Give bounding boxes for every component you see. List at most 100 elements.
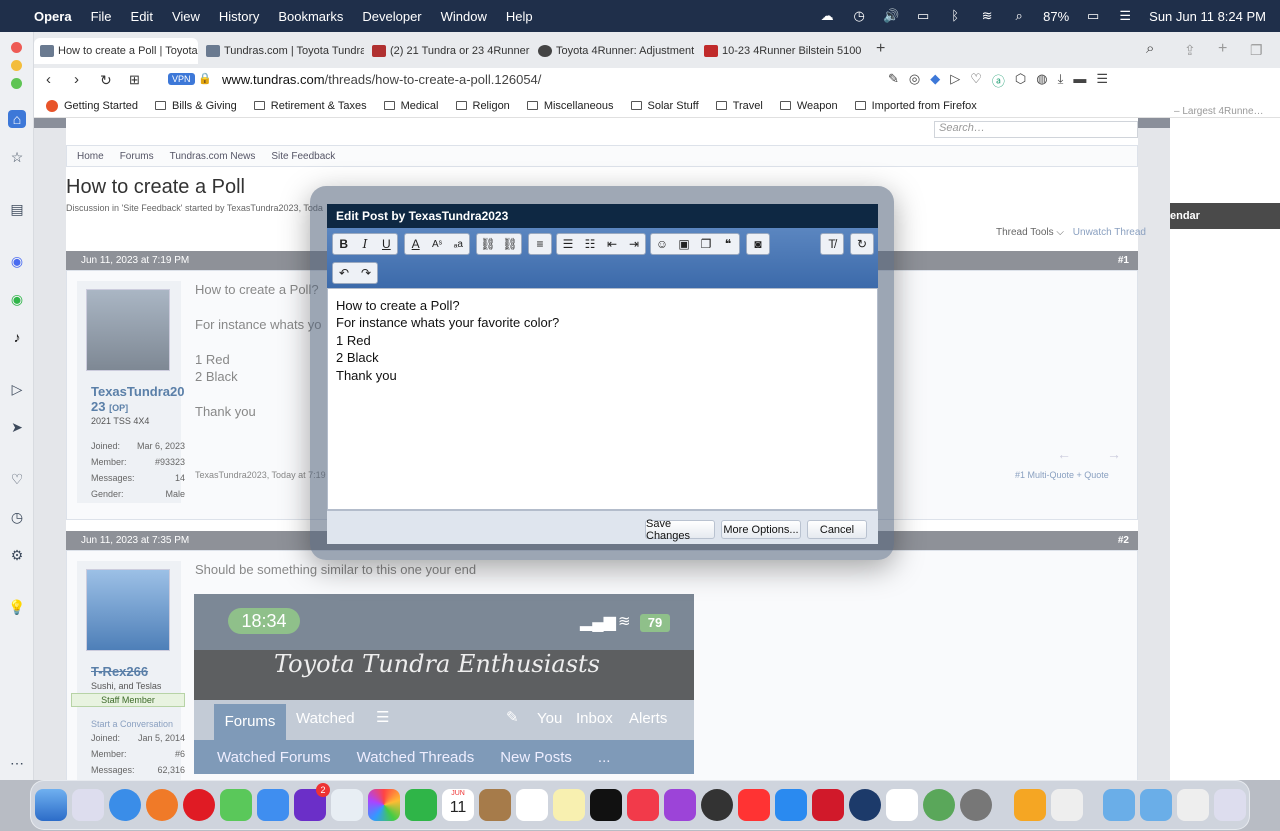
menu-file[interactable]: File [91, 9, 112, 24]
bookmark-folder[interactable]: Retirement & Taxes [253, 100, 367, 112]
italic-button[interactable]: I [354, 234, 375, 254]
safari-icon[interactable] [109, 789, 141, 821]
messenger-icon[interactable]: ◉ [8, 252, 26, 270]
username[interactable]: T-Rex266 [91, 664, 148, 679]
shield-icon[interactable]: ◆ [930, 71, 940, 90]
username[interactable]: TexasTundra20 23 [OP] [91, 384, 184, 416]
crumb-forums[interactable]: Forums [120, 151, 154, 162]
url-field[interactable]: www.tundras.com/threads/how-to-create-a-… [222, 72, 541, 87]
menu-history[interactable]: History [219, 9, 259, 24]
bookmark-getting-started[interactable]: Getting Started [46, 99, 138, 112]
preview-icon[interactable] [1051, 789, 1083, 821]
download-icon[interactable]: ⤓ [1058, 71, 1064, 90]
menu-window[interactable]: Window [441, 9, 487, 24]
calendar-icon[interactable]: JUN 11 [442, 789, 474, 821]
mail-icon[interactable] [257, 789, 289, 821]
underline-button[interactable]: U [376, 234, 397, 254]
news-icon[interactable] [738, 789, 770, 821]
player-icon[interactable]: ▷ [8, 380, 26, 398]
favorite-icon[interactable]: ♡ [970, 71, 982, 90]
share-icon[interactable]: ⇪ [1184, 42, 1196, 59]
screen-mirror-icon[interactable]: ▭ [915, 9, 931, 23]
lightbulb-icon[interactable]: 💡 [8, 598, 26, 616]
crumb-site-feedback[interactable]: Site Feedback [271, 151, 335, 162]
history-icon[interactable]: ◷ [8, 508, 26, 526]
crumb-news[interactable]: Tundras.com News [170, 151, 256, 162]
facetime-icon[interactable] [405, 789, 437, 821]
vpn-badge[interactable]: VPN [168, 73, 195, 85]
find-my-icon[interactable] [923, 789, 955, 821]
close-window-button[interactable] [11, 42, 22, 53]
font-family-button[interactable]: ₐa [448, 234, 469, 254]
toggle-source-icon[interactable]: ↻ [851, 234, 873, 254]
profile-icon[interactable]: ◍ [1036, 71, 1047, 90]
easy-setup-icon[interactable]: ☰ [1096, 71, 1108, 90]
podcasts-icon[interactable] [664, 789, 696, 821]
menu-view[interactable]: View [172, 9, 200, 24]
heart-icon[interactable]: ♡ [8, 470, 26, 488]
new-tab-button[interactable]: + [876, 40, 885, 58]
apple-tv-icon[interactable] [590, 789, 622, 821]
next-arrow-icon[interactable]: → [1107, 446, 1121, 462]
font-size-button[interactable]: Aˢ [426, 234, 447, 254]
more-icon[interactable]: ⋯ [8, 754, 26, 772]
numbered-list-icon[interactable]: ☷ [579, 234, 601, 254]
image-icon[interactable]: ▣ [673, 234, 695, 254]
bookmark-folder[interactable]: Miscellaneous [526, 100, 614, 112]
text-color-button[interactable]: A [405, 234, 426, 254]
bookmark-folder[interactable]: Weapon [779, 100, 838, 112]
yahoo-mail-icon[interactable]: 2 [294, 783, 330, 821]
tab-4[interactable]: 10-23 4Runner Bilstein 5100 C [698, 38, 862, 64]
thread-tools-link[interactable]: Thread Tools [996, 227, 1054, 238]
printer-icon[interactable] [1177, 789, 1209, 821]
forum-search-input[interactable]: Search… [934, 121, 1138, 138]
battery-saver-icon[interactable]: ▬ [1073, 71, 1086, 90]
post-number[interactable]: #2 [1118, 531, 1129, 550]
camera-icon[interactable]: ◎ [909, 71, 920, 90]
whatsapp-icon[interactable]: ◉ [8, 290, 26, 308]
extension-a-icon[interactable]: ⓐ [992, 71, 1005, 90]
minimize-window-button[interactable] [11, 60, 22, 71]
icloud-folder-icon[interactable] [1103, 789, 1135, 821]
menu-help[interactable]: Help [506, 9, 533, 24]
remove-format-icon[interactable]: T̸ [821, 234, 843, 254]
zoom-window-button[interactable] [11, 78, 22, 89]
post-actions[interactable]: #1 Multi-Quote + Quote [1015, 470, 1109, 480]
bookmark-folder[interactable]: Religon [455, 100, 510, 112]
reload-icon[interactable]: ↻ [100, 72, 112, 89]
bullet-list-icon[interactable]: ☰ [557, 234, 579, 254]
menu-developer[interactable]: Developer [362, 9, 421, 24]
control-center-icon[interactable]: ☰ [1117, 9, 1133, 23]
cloud-icon[interactable]: ☁ [819, 9, 835, 23]
camera-icon[interactable]: ◙ [747, 234, 769, 254]
post-number[interactable]: #1 [1118, 251, 1129, 270]
tab-0[interactable]: How to create a Poll | Toyota Tu [34, 38, 198, 64]
tab-overview-icon[interactable]: ❐ [1250, 42, 1263, 59]
menu-bookmarks[interactable]: Bookmarks [278, 9, 343, 24]
start-conversation-link[interactable]: Start a Conversation [91, 719, 173, 729]
info-app-icon[interactable] [849, 789, 881, 821]
reminders-icon[interactable] [516, 789, 548, 821]
app-store-icon[interactable] [775, 789, 807, 821]
prev-arrow-icon[interactable]: ← [1057, 446, 1071, 462]
downloads-folder-icon[interactable] [1140, 789, 1172, 821]
battery-icon[interactable]: ▭ [1085, 9, 1101, 23]
bookmark-folder[interactable]: Solar Stuff [630, 100, 699, 112]
trash-icon[interactable] [1214, 789, 1246, 821]
menu-app[interactable]: Opera [34, 9, 72, 24]
avatar[interactable] [86, 289, 170, 371]
send-icon[interactable]: ▷ [950, 71, 960, 90]
spotlight-icon[interactable]: ⌕ [1011, 9, 1027, 23]
tab-1[interactable]: Tundras.com | Toyota Tundra Fo [200, 38, 364, 64]
bookmark-folder[interactable]: Bills & Giving [155, 100, 237, 112]
volume-icon[interactable]: 🔊 [883, 9, 899, 23]
photos-icon[interactable] [368, 789, 400, 821]
bookmark-folder[interactable]: Imported from Firefox [854, 100, 977, 112]
music-icon[interactable] [627, 789, 659, 821]
lock-icon[interactable]: 🔒 [198, 72, 212, 85]
bold-button[interactable]: B [333, 234, 354, 254]
tab-2[interactable]: (2) 21 Tundra or 23 4Runner Vo [366, 38, 530, 64]
back-button[interactable]: ‹ [46, 71, 51, 88]
save-changes-button[interactable]: Save Changes [645, 518, 715, 542]
home-icon[interactable]: ⌂ [8, 110, 26, 128]
